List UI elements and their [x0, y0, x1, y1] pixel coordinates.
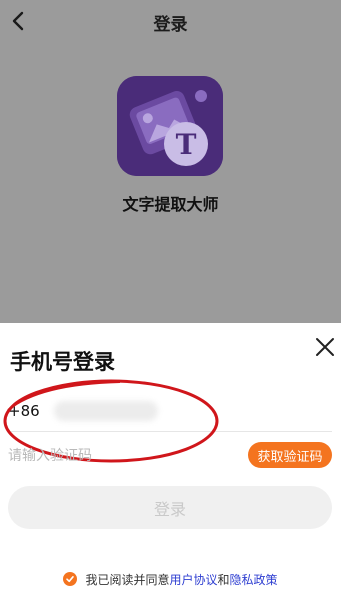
agreement-and: 和	[217, 572, 230, 587]
country-code[interactable]: +86	[8, 402, 40, 420]
background-screen: 登录 T 文字提取大师	[0, 0, 341, 323]
user-agreement-link[interactable]: 用户协议	[169, 571, 217, 588]
verification-code-input[interactable]	[8, 443, 228, 469]
login-button[interactable]: 登录	[8, 486, 332, 529]
login-sheet: 手机号登录 +86 获取验证码 登录 我已阅读并同意用户协议和隐私政策	[0, 323, 341, 607]
app-name: 文字提取大师	[122, 195, 219, 214]
top-bar: 登录	[0, 0, 341, 42]
agreement-prefix: 我已阅读并同意	[85, 572, 170, 587]
agreement-row: 我已阅读并同意 用户协议和隐私政策	[0, 570, 341, 588]
checkbox-checked-icon[interactable]	[63, 572, 78, 586]
close-icon	[313, 335, 337, 359]
phone-input[interactable]	[48, 397, 188, 425]
code-row: 获取验证码	[8, 441, 332, 471]
close-button[interactable]	[313, 335, 337, 359]
sheet-title: 手机号登录	[10, 350, 115, 374]
app-logo: T	[117, 76, 223, 176]
get-code-button[interactable]: 获取验证码	[248, 442, 332, 468]
page-title: 登录	[153, 15, 188, 35]
logo-letter: T	[176, 128, 197, 161]
privacy-policy-link[interactable]: 隐私政策	[230, 571, 278, 588]
phone-row: +86	[8, 393, 332, 432]
